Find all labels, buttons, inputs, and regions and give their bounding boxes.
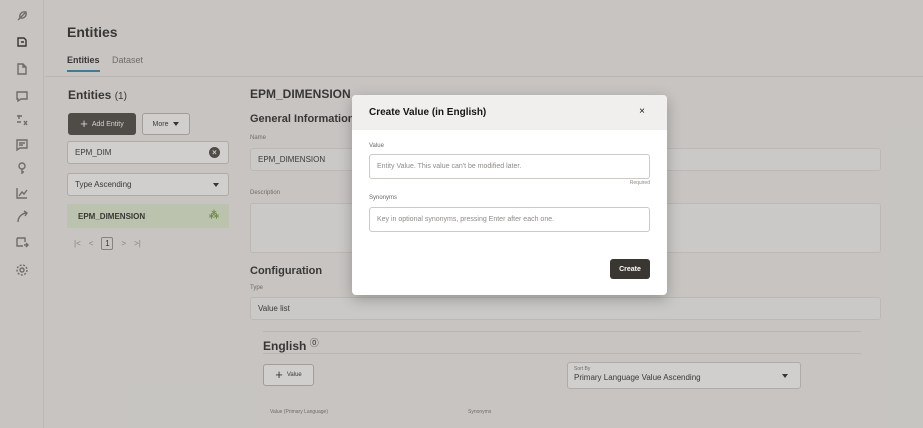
- synonyms-label: Synonyms: [369, 195, 398, 201]
- dialog-title: Create Value (in English): [369, 107, 487, 118]
- value-label: Value: [369, 143, 384, 149]
- dialog-header: Create Value (in English) ×: [352, 95, 667, 130]
- synonyms-input[interactable]: Key in optional synonyms, pressing Enter…: [369, 207, 650, 232]
- create-button[interactable]: Create: [610, 259, 650, 279]
- required-hint: Required: [629, 180, 650, 186]
- value-placeholder: Entity Value. This value can't be modifi…: [377, 163, 522, 170]
- synonyms-placeholder: Key in optional synonyms, pressing Enter…: [377, 216, 555, 223]
- value-input[interactable]: Entity Value. This value can't be modifi…: [369, 154, 650, 179]
- create-value-dialog: Create Value (in English) × Value Entity…: [352, 95, 667, 295]
- close-icon[interactable]: ×: [639, 106, 645, 117]
